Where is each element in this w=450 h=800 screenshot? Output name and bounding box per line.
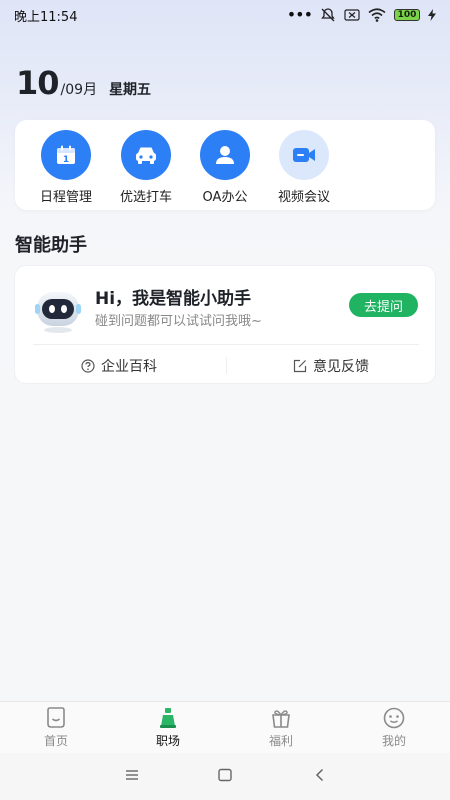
- feedback-link[interactable]: 意见反馈: [293, 356, 369, 376]
- date-weekday: 星期五: [109, 82, 152, 98]
- svg-text:1: 1: [63, 155, 69, 165]
- tab-profile[interactable]: 我的: [364, 707, 424, 749]
- status-icons: ••• 100: [287, 7, 436, 23]
- quick-action-oa[interactable]: OA办公: [185, 130, 265, 205]
- status-bar: 晚上11:54 ••• 100: [0, 0, 450, 30]
- quick-action-label: 日程管理: [39, 190, 92, 205]
- quick-action-video-meeting[interactable]: 视频会议: [264, 130, 344, 205]
- link-separator: [226, 357, 227, 374]
- robot-avatar-icon: [35, 292, 81, 333]
- video-icon: [279, 130, 329, 180]
- date-header: 10 /09月 星期五: [16, 64, 151, 102]
- assistant-subtitle: 碰到问题都可以试试问我哦~: [95, 314, 262, 329]
- workplace-icon: [160, 708, 176, 728]
- tab-workplace[interactable]: 职场: [138, 707, 198, 749]
- enterprise-wiki-label: 企业百科: [101, 359, 157, 375]
- tab-label: 职场: [155, 734, 180, 748]
- home-icon: [47, 707, 65, 728]
- tab-label: 首页: [43, 734, 68, 748]
- quick-actions-card: 1 日程管理 优选打车 OA办公 视频会议: [15, 120, 435, 210]
- battery-indicator: 100: [394, 9, 420, 21]
- assistant-greeting: Hi，我是智能小助手: [95, 289, 252, 309]
- home-button-icon[interactable]: [217, 767, 233, 783]
- wifi-icon: [368, 8, 386, 22]
- edit-icon: [293, 359, 307, 373]
- quick-action-taxi[interactable]: 优选打车: [106, 130, 186, 205]
- menu-icon[interactable]: [124, 767, 140, 783]
- ask-question-button[interactable]: 去提问: [349, 293, 418, 317]
- tab-benefits[interactable]: 福利: [251, 707, 311, 749]
- tab-home[interactable]: 首页: [26, 707, 86, 749]
- question-circle-icon: [81, 359, 95, 373]
- back-icon[interactable]: [312, 767, 328, 783]
- tab-label: 福利: [268, 734, 293, 748]
- feedback-label: 意见反馈: [313, 359, 369, 375]
- no-sim-icon: [344, 9, 360, 21]
- quick-action-label: 视频会议: [277, 190, 330, 205]
- tab-label: 我的: [381, 734, 406, 748]
- quick-action-label: OA办公: [202, 190, 248, 205]
- person-icon: [200, 130, 250, 180]
- car-icon: [121, 130, 171, 180]
- quick-action-label: 优选打车: [119, 190, 172, 205]
- gift-icon: [272, 710, 290, 728]
- status-time: 晚上11:54: [14, 9, 78, 25]
- date-day: 10: [16, 64, 60, 102]
- more-notifications-icon: •••: [286, 5, 313, 24]
- profile-icon: [383, 707, 405, 729]
- system-nav-bar: [0, 753, 450, 800]
- divider: [33, 344, 419, 345]
- charging-icon: [428, 9, 436, 21]
- assistant-card: Hi，我是智能小助手 碰到问题都可以试试问我哦~ 去提问 企业百科 意见反馈: [14, 265, 436, 384]
- bottom-tab-bar: 首页 职场 福利 我的: [0, 701, 450, 754]
- section-title-assistant: 智能助手: [15, 235, 87, 256]
- mute-icon: [321, 8, 335, 22]
- calendar-icon: 1: [41, 130, 91, 180]
- quick-action-schedule[interactable]: 1 日程管理: [26, 130, 106, 205]
- date-month: /09月: [60, 82, 98, 98]
- enterprise-wiki-link[interactable]: 企业百科: [81, 356, 157, 376]
